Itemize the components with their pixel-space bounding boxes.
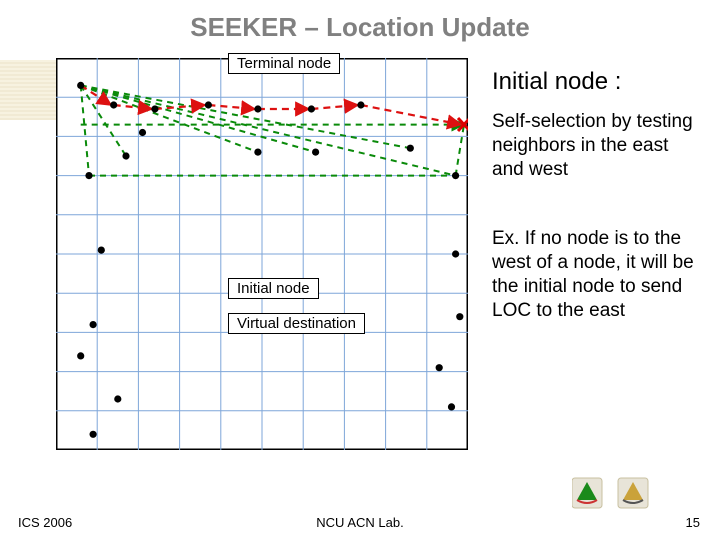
decorative-texture — [0, 60, 56, 120]
footer-lab: NCU ACN Lab. — [0, 515, 720, 530]
footer-page-number: 15 — [686, 515, 700, 530]
label-initial-node: Initial node — [228, 278, 319, 299]
text-example: Ex. If no node is to the west of a node,… — [492, 227, 702, 322]
label-terminal-node: Terminal node — [228, 53, 340, 74]
text-self-selection: Self-selection by testing neighbors in t… — [492, 110, 702, 181]
label-virtual-destination: Virtual destination — [228, 313, 365, 334]
diagram — [56, 58, 468, 450]
explanation-column: Initial node : Self-selection by testing… — [492, 68, 702, 342]
slide-title: SEEKER – Location Update — [0, 12, 720, 43]
footer-logos — [572, 474, 660, 512]
heading-initial-node: Initial node : — [492, 68, 702, 96]
logo-icons — [572, 474, 660, 512]
diagram-svg — [56, 58, 468, 450]
